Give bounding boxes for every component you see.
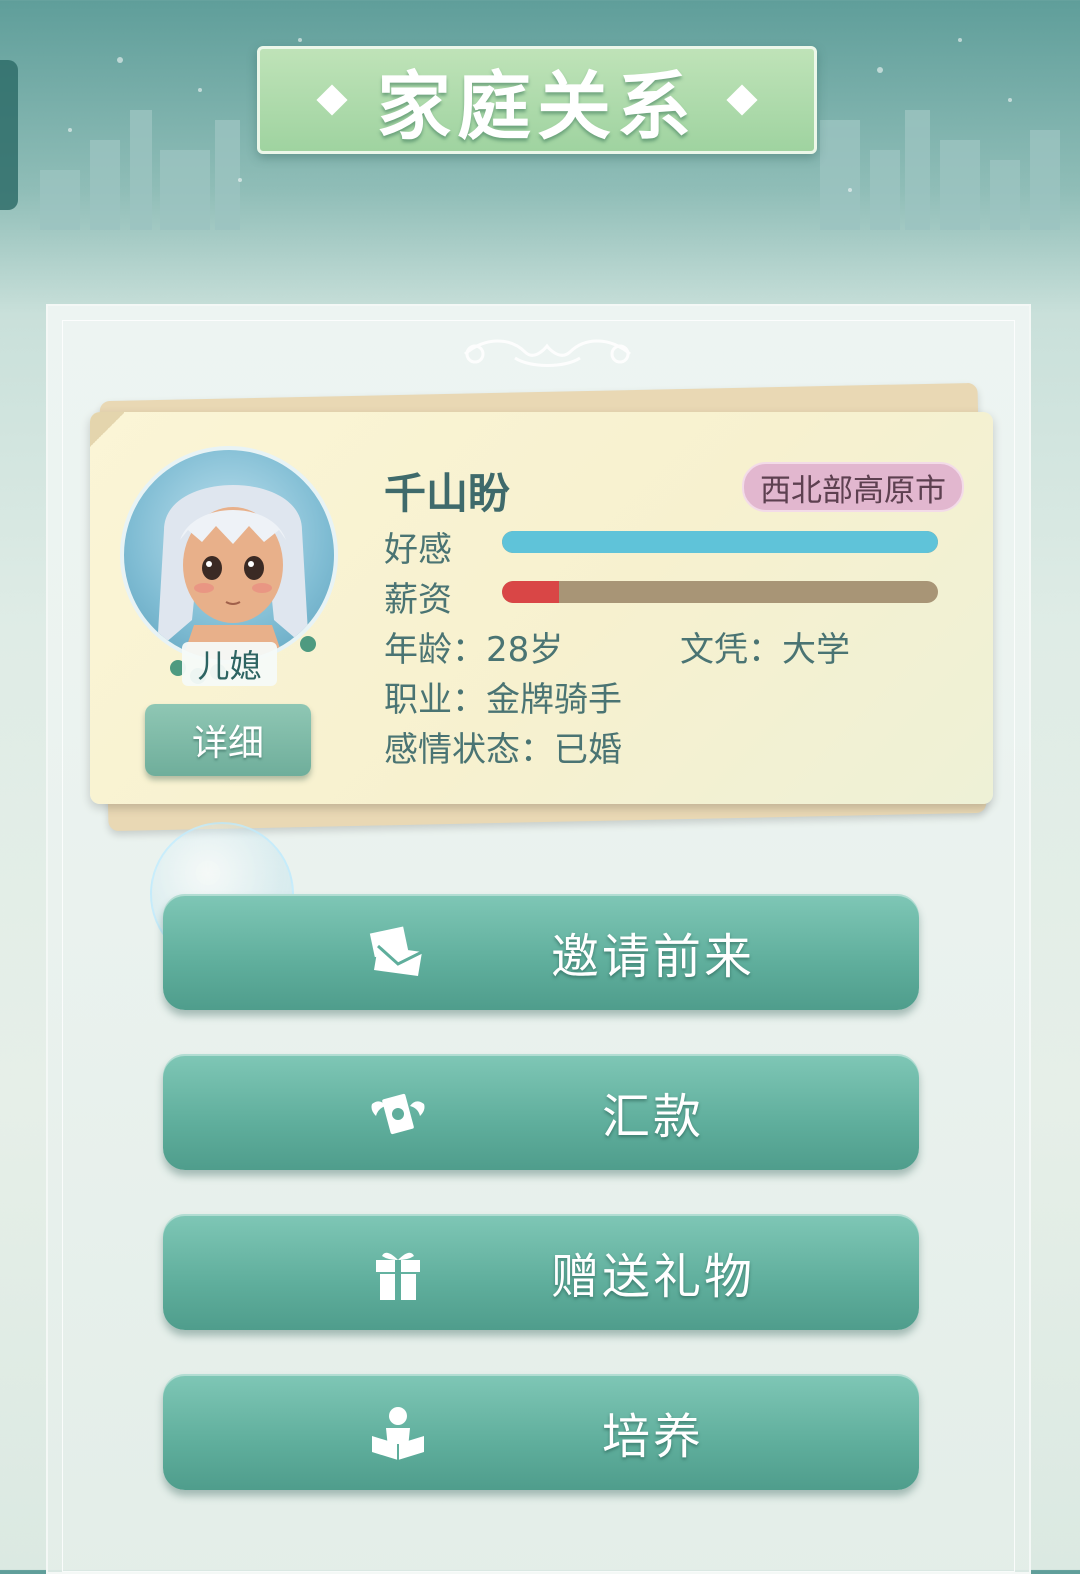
reading-person-icon <box>372 1407 424 1460</box>
gift-button[interactable]: 赠送礼物 <box>163 1214 919 1330</box>
envelope-icon <box>369 926 423 976</box>
avatar[interactable]: 儿媳 <box>120 446 338 686</box>
character-name: 千山盼 <box>384 469 511 518</box>
title-banner: 家庭关系 <box>257 46 817 154</box>
leaf-decoration-icon <box>300 636 316 652</box>
money-wings-icon <box>371 1093 425 1135</box>
invite-button[interactable]: 邀请前来 <box>163 894 919 1010</box>
cultivate-button-label: 培养 <box>601 1409 704 1465</box>
location-badge: 西北部高原市 <box>742 462 964 512</box>
affection-bar-fill <box>502 531 938 553</box>
salary-bar-fill <box>502 581 559 603</box>
age-info: 年龄：28岁 <box>384 630 564 670</box>
remit-button-label: 汇款 <box>601 1089 704 1145</box>
affection-bar <box>502 531 938 553</box>
remit-button[interactable]: 汇款 <box>163 1054 919 1170</box>
character-portrait <box>157 485 309 660</box>
side-tab[interactable] <box>0 60 18 210</box>
job-info: 职业：金牌骑手 <box>384 680 622 720</box>
flourish-ornament-icon <box>464 339 631 367</box>
gift-icon <box>376 1252 420 1300</box>
avatar-frame <box>120 446 338 664</box>
card-fold-corner <box>90 412 124 448</box>
diamond-left-icon <box>316 84 348 116</box>
gift-button-label: 赠送礼物 <box>550 1249 755 1305</box>
detail-button[interactable]: 详细 <box>145 704 311 776</box>
page-title: 家庭关系 <box>377 63 697 150</box>
cultivate-button[interactable]: 培养 <box>163 1374 919 1490</box>
salary-label: 薪资 <box>384 580 452 620</box>
affection-label: 好感 <box>384 530 452 570</box>
education-info: 文凭：大学 <box>680 630 850 670</box>
invite-button-label: 邀请前来 <box>550 929 755 985</box>
role-ribbon: 儿媳 <box>182 642 277 686</box>
salary-bar <box>502 581 938 603</box>
diamond-right-icon <box>726 84 758 116</box>
profile-card: 儿媳 详细 千山盼 西北部高原市 好感 薪资 年龄：28岁 文凭：大学 职业：金… <box>90 412 993 804</box>
relationship-info: 感情状态：已婚 <box>384 730 622 770</box>
